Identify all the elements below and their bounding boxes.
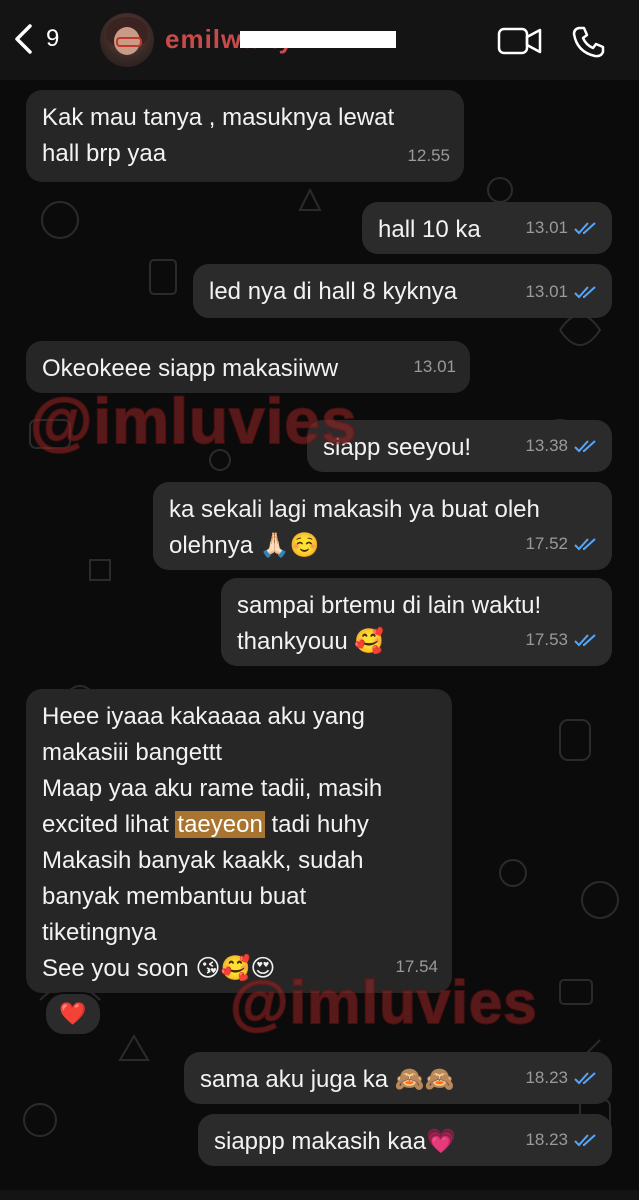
back-button[interactable]: 9 — [10, 22, 59, 56]
voice-call-button[interactable] — [571, 25, 607, 59]
message-outgoing[interactable]: led nya di hall 8 kyknya 13.01 — [193, 264, 612, 318]
message-time: 13.01 — [413, 357, 456, 376]
heart-reaction: ❤️ — [59, 1001, 87, 1026]
message-outgoing[interactable]: ka sekali lagi makasih ya buat oleh oleh… — [153, 482, 612, 570]
double-check-icon — [574, 1072, 596, 1085]
double-check-icon — [574, 286, 596, 299]
message-time: 17.52 — [525, 534, 568, 553]
message-time: 12.55 — [407, 146, 450, 165]
message-time: 17.53 — [525, 630, 568, 649]
video-call-button[interactable] — [497, 25, 543, 57]
message-outgoing[interactable]: siapp seeyou! 13.38 — [307, 420, 612, 472]
search-highlight: taeyeon — [175, 811, 265, 838]
input-bar-edge — [0, 1190, 639, 1200]
message-outgoing[interactable]: sampai brtemu di lain waktu! thankyouu 🥰… — [221, 578, 612, 666]
avatar[interactable] — [100, 13, 154, 67]
message-outgoing[interactable]: sama aku juga ka 🙈🙈 18.23 — [184, 1052, 612, 1104]
name-redaction — [240, 31, 396, 48]
message-time: 18.23 — [525, 1130, 568, 1149]
message-incoming[interactable]: Kak mau tanya , masuknya lewat hall brp … — [26, 90, 464, 182]
double-check-icon — [574, 634, 596, 647]
message-incoming[interactable]: Okeokeee siapp makasiiww 13.01 — [26, 341, 470, 393]
double-check-icon — [574, 440, 596, 453]
unread-count: 9 — [46, 25, 60, 52]
message-outgoing[interactable]: hall 10 ka 13.01 — [362, 202, 612, 254]
message-text: Okeokeee siapp makasiiww — [42, 355, 339, 382]
message-time: 17.54 — [395, 957, 438, 976]
message-text: Kak mau tanya , masuknya lewat hall brp … — [42, 104, 395, 167]
reaction-badge[interactable]: ❤️ — [44, 992, 102, 1036]
double-check-icon — [574, 538, 596, 551]
double-check-icon — [574, 222, 596, 235]
message-text: Heee iyaaa kakaaaa aku yang makasiii ban… — [42, 699, 436, 987]
message-outgoing[interactable]: siappp makasih kaa💗 18.23 — [198, 1114, 612, 1166]
phone-icon — [572, 26, 605, 58]
message-time: 18.23 — [525, 1068, 568, 1087]
message-time: 13.01 — [525, 218, 568, 237]
double-check-icon — [574, 1134, 596, 1147]
message-time: 13.38 — [525, 436, 568, 455]
video-camera-icon — [497, 27, 542, 55]
message-list[interactable]: Kak mau tanya , masuknya lewat hall brp … — [0, 80, 639, 1190]
message-incoming[interactable]: Heee iyaaa kakaaaa aku yang makasiii ban… — [26, 689, 452, 993]
message-time: 13.01 — [525, 282, 568, 301]
chevron-left-icon — [15, 24, 32, 54]
chat-header: 9 emilwarty — [0, 0, 639, 80]
